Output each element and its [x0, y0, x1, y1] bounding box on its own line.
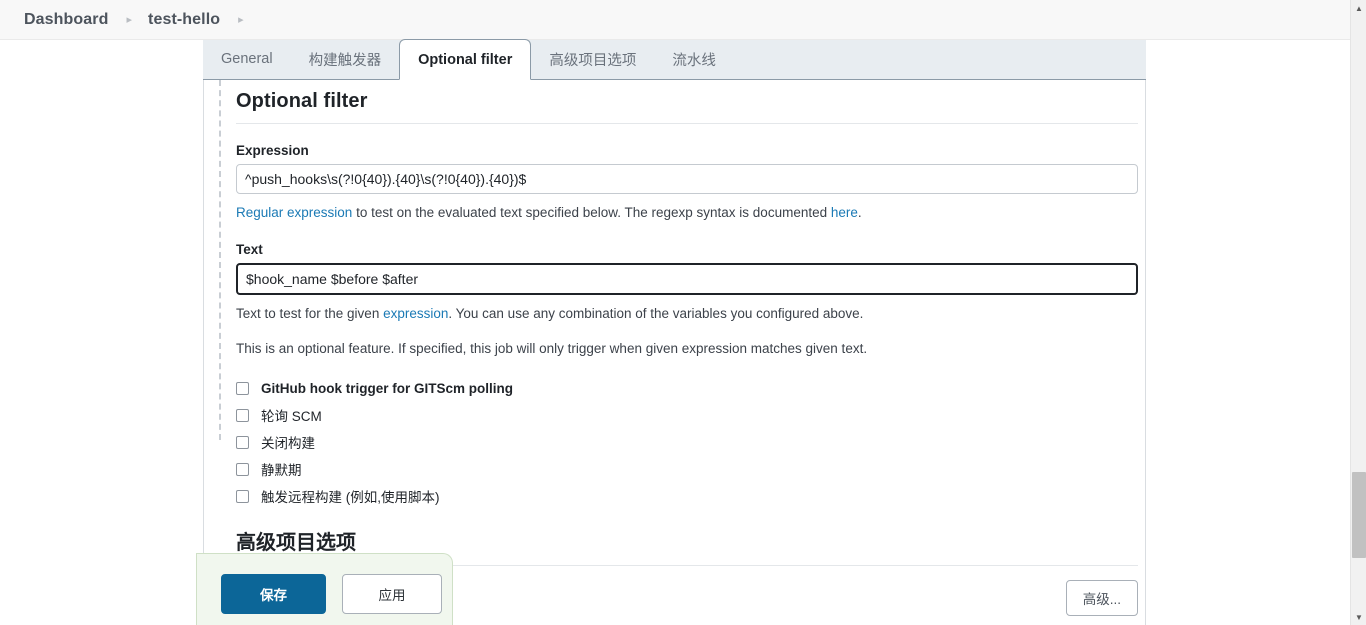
page-right-gutter	[1146, 40, 1350, 625]
text-help-pre: Text to test for the given	[236, 305, 384, 321]
checkbox-label-poll-scm[interactable]: 轮询 SCM	[261, 405, 322, 425]
checkbox-label-remote-trigger[interactable]: 触发远程构建 (例如,使用脚本)	[261, 486, 440, 506]
section-indicator-line	[219, 80, 221, 440]
checkbox-disable-build[interactable]	[236, 435, 249, 449]
tab-build-triggers[interactable]: 构建触发器	[291, 39, 400, 79]
checkbox-row-poll-scm[interactable]: 轮询 SCM ?	[236, 402, 1138, 429]
regular-expression-link[interactable]: Regular expression	[236, 205, 352, 220]
section-title-optional-filter: Optional filter	[236, 80, 1138, 124]
expression-help-mid: to test on the evaluated text specified …	[352, 205, 831, 220]
config-tabbar: General 构建触发器 Optional filter 高级项目选项 流水线	[203, 39, 1146, 80]
tab-advanced-project-options[interactable]: 高级项目选项	[531, 39, 654, 79]
checkbox-label-disable-build[interactable]: 关闭构建	[261, 432, 315, 452]
checkbox-row-remote-trigger[interactable]: 触发远程构建 (例如,使用脚本) ?	[236, 483, 1138, 510]
checkbox-label-quiet-period[interactable]: 静默期	[261, 459, 302, 479]
expression-label: Expression	[236, 143, 309, 158]
checkbox-quiet-period[interactable]	[236, 462, 249, 476]
checkbox-label-github-hook-trigger[interactable]: GitHub hook trigger for GITScm polling	[261, 381, 513, 396]
config-panel: Optional filter Expression Regular expre…	[203, 80, 1146, 625]
checkbox-row-quiet-period[interactable]: 静默期 ?	[236, 456, 1138, 483]
save-button[interactable]: 保存	[221, 574, 326, 614]
breadcrumb-bar: Dashboard ▸ test-hello ▸	[0, 0, 1350, 40]
apply-button[interactable]: 应用	[342, 574, 442, 614]
checkbox-github-hook-trigger[interactable]	[236, 381, 249, 395]
vertical-scrollbar-thumb[interactable]	[1352, 472, 1366, 558]
text-help-post: . You can use any combination of the var…	[448, 305, 864, 321]
checkbox-row-github-hook-trigger[interactable]: GitHub hook trigger for GITScm polling ?	[236, 375, 1138, 402]
trigger-checkbox-group: GitHub hook trigger for GITScm polling ?…	[236, 375, 1138, 510]
breadcrumb-separator-trailing-icon[interactable]: ▸	[238, 15, 244, 26]
expression-input[interactable]	[236, 164, 1138, 194]
text-label: Text	[236, 241, 263, 257]
here-link[interactable]: here	[831, 205, 858, 220]
scroll-up-arrow-icon[interactable]: ▲	[1351, 0, 1366, 16]
scroll-down-arrow-icon[interactable]: ▼	[1351, 609, 1366, 625]
checkbox-poll-scm[interactable]	[236, 408, 249, 422]
breadcrumb-item-dashboard[interactable]: Dashboard	[24, 11, 108, 29]
expression-help-end: .	[857, 205, 862, 220]
text-input[interactable]	[236, 262, 1138, 295]
tab-pipeline[interactable]: 流水线	[654, 39, 734, 79]
tab-optional-filter[interactable]: Optional filter	[399, 39, 532, 80]
expression-link[interactable]: expression	[383, 306, 448, 321]
breadcrumb-separator-icon: ▸	[126, 14, 133, 26]
optional-filter-section: Optional filter Expression Regular expre…	[236, 80, 1138, 616]
expression-help-text: Regular expression to test on the evalua…	[236, 203, 1138, 223]
tab-general[interactable]: General	[203, 39, 291, 79]
optional-feature-note: This is an optional feature. If specifie…	[236, 341, 868, 357]
save-bar-buttons: 保存 应用	[221, 574, 442, 614]
advanced-button[interactable]: 高级...	[1065, 579, 1138, 616]
checkbox-row-disable-build[interactable]: 关闭构建 ?	[236, 429, 1138, 456]
floating-save-bar: 保存 应用	[196, 553, 453, 625]
checkbox-remote-trigger[interactable]	[236, 489, 249, 503]
text-help-text: Text to test for the given expression. Y…	[236, 304, 1138, 324]
breadcrumb-item-project[interactable]: test-hello	[148, 11, 220, 29]
vertical-scrollbar[interactable]: ▲ ▼	[1350, 0, 1366, 625]
